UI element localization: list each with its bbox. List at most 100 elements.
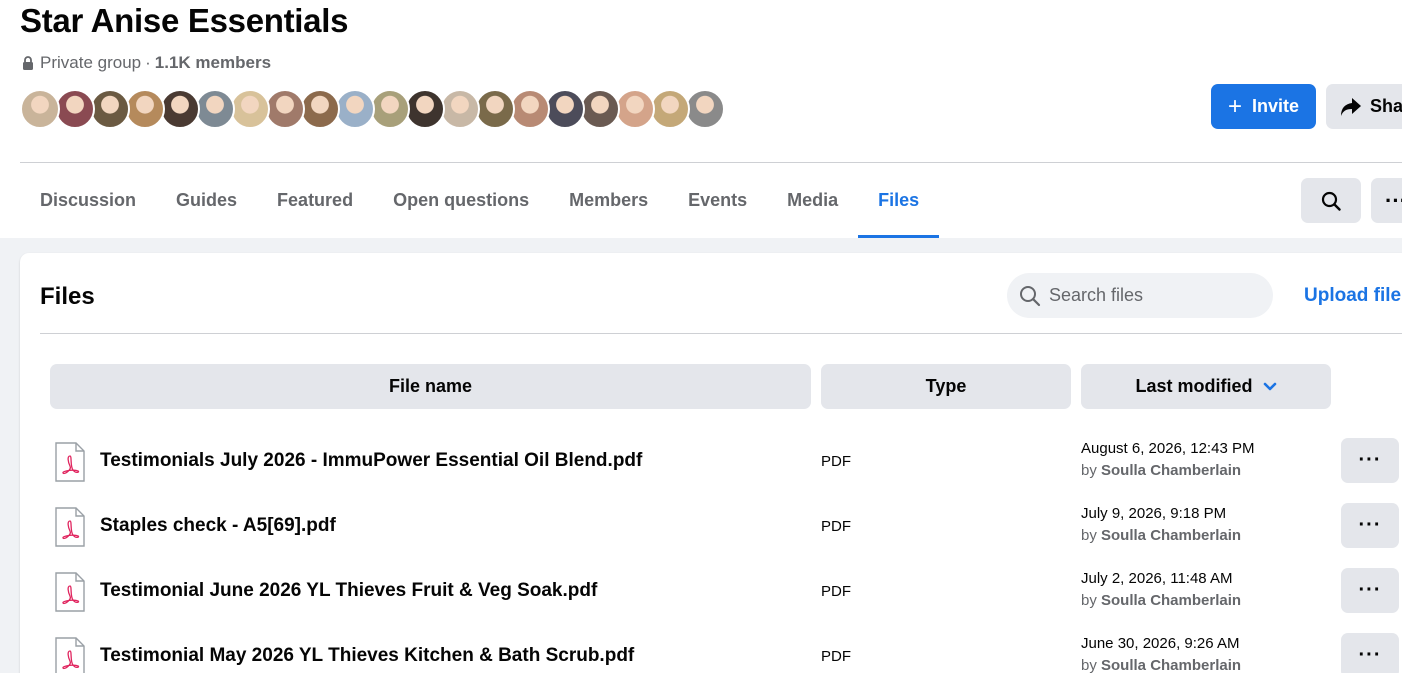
group-more-button[interactable]: ··· — [1371, 178, 1402, 223]
avatar[interactable] — [125, 89, 165, 129]
column-label: Last modified — [1135, 376, 1253, 396]
by-prefix: by — [1081, 462, 1097, 479]
file-modified-date: July 2, 2026, 11:48 AM — [1081, 570, 1233, 587]
pdf-file-icon — [55, 637, 85, 673]
more-icon: ··· — [1358, 514, 1382, 536]
files-title: Files — [40, 283, 95, 310]
avatar[interactable] — [615, 89, 655, 129]
file-modified-date: July 9, 2026, 9:18 PM — [1081, 505, 1227, 522]
share-arrow-icon — [1341, 97, 1361, 116]
more-icon: ··· — [1358, 644, 1382, 666]
avatar[interactable] — [195, 89, 235, 129]
avatar[interactable] — [440, 89, 480, 129]
avatar[interactable] — [545, 89, 585, 129]
avatar[interactable] — [160, 89, 200, 129]
search-icon — [1321, 191, 1341, 211]
file-type: PDF — [821, 453, 851, 470]
tab-discussion[interactable]: Discussion — [20, 163, 156, 238]
group-search-button[interactable] — [1301, 178, 1361, 223]
share-label: Share — [1370, 96, 1402, 116]
file-type: PDF — [821, 583, 851, 600]
file-more-button[interactable]: ··· — [1341, 438, 1399, 483]
column-header-file-name[interactable]: File name — [50, 364, 811, 409]
column-label: Type — [925, 376, 967, 396]
file-row[interactable]: Testimonial June 2026 YL Thieves Fruit &… — [20, 568, 1402, 635]
more-icon: ··· — [1358, 579, 1382, 601]
tab-featured[interactable]: Featured — [257, 163, 373, 238]
file-modified-by: by Soulla Chamberlain — [1081, 462, 1241, 479]
pdf-file-icon — [55, 507, 85, 547]
file-search-box[interactable] — [1007, 273, 1273, 318]
avatar[interactable] — [685, 89, 725, 129]
avatar[interactable] — [230, 89, 270, 129]
file-name[interactable]: Testimonials July 2026 - ImmuPower Essen… — [100, 450, 642, 472]
file-author[interactable]: Soulla Chamberlain — [1101, 592, 1241, 609]
lock-icon — [23, 56, 33, 70]
invite-label: Invite — [1252, 96, 1300, 116]
file-name[interactable]: Staples check - A5[69].pdf — [100, 515, 336, 537]
group-tabs: Discussion Guides Featured Open questions Me… — [20, 163, 940, 238]
file-modified-by: by Soulla Chamberlain — [1081, 527, 1241, 544]
file-search-input[interactable] — [1049, 285, 1249, 306]
more-icon: ··· — [1358, 449, 1382, 471]
file-row[interactable]: Testimonials July 2026 - ImmuPower Essen… — [20, 438, 1402, 505]
by-prefix: by — [1081, 657, 1097, 673]
file-author[interactable]: Soulla Chamberlain — [1101, 527, 1241, 544]
pdf-file-icon — [55, 572, 85, 612]
pdf-file-icon — [55, 442, 85, 482]
file-more-button[interactable]: ··· — [1341, 503, 1399, 548]
tab-media[interactable]: Media — [767, 163, 858, 238]
group-header: Star Anise Essentials Private group · 1.… — [0, 0, 1402, 238]
by-prefix: by — [1081, 527, 1097, 544]
plus-icon: + — [1227, 92, 1242, 120]
member-count[interactable]: 1.1K members — [155, 53, 271, 73]
avatar[interactable] — [405, 89, 445, 129]
invite-button[interactable]: + Invite — [1211, 84, 1316, 129]
file-type: PDF — [821, 518, 851, 535]
file-row[interactable]: Testimonial May 2026 YL Thieves Kitchen … — [20, 633, 1402, 673]
file-more-button[interactable]: ··· — [1341, 568, 1399, 613]
column-header-type[interactable]: Type — [821, 364, 1071, 409]
tab-events[interactable]: Events — [668, 163, 767, 238]
avatar[interactable] — [580, 89, 620, 129]
file-modified-date: June 30, 2026, 9:26 AM — [1081, 635, 1240, 652]
file-type: PDF — [821, 648, 851, 665]
file-name[interactable]: Testimonial May 2026 YL Thieves Kitchen … — [100, 645, 634, 667]
share-button[interactable]: Share — [1326, 84, 1402, 129]
avatar[interactable] — [300, 89, 340, 129]
file-modified-date: August 6, 2026, 12:43 PM — [1081, 440, 1255, 457]
meta-separator: · — [145, 53, 151, 72]
avatar[interactable] — [55, 89, 95, 129]
file-row[interactable]: Staples check - A5[69].pdf PDF July 9, 202… — [20, 503, 1402, 570]
group-title: Star Anise Essentials — [20, 2, 349, 39]
more-icon: ··· — [1385, 187, 1402, 213]
privacy-label: Private group — [40, 53, 142, 72]
upload-file-link[interactable]: Upload file — [1304, 285, 1401, 307]
file-more-button[interactable]: ··· — [1341, 633, 1399, 673]
files-card: Files Upload file File name Type Last mo… — [20, 253, 1402, 673]
file-author[interactable]: Soulla Chamberlain — [1101, 462, 1241, 479]
avatar[interactable] — [90, 89, 130, 129]
search-icon — [1020, 285, 1041, 306]
avatar[interactable] — [335, 89, 375, 129]
avatar[interactable] — [20, 89, 60, 129]
file-author[interactable]: Soulla Chamberlain — [1101, 657, 1241, 673]
tab-guides[interactable]: Guides — [156, 163, 257, 238]
file-modified-by: by Soulla Chamberlain — [1081, 657, 1241, 673]
avatar[interactable] — [650, 89, 690, 129]
avatar[interactable] — [510, 89, 550, 129]
avatar[interactable] — [265, 89, 305, 129]
tab-files[interactable]: Files — [858, 163, 940, 238]
files-divider — [40, 333, 1402, 334]
tab-members[interactable]: Members — [549, 163, 668, 238]
chevron-down-icon — [1263, 382, 1276, 390]
column-header-last-modified[interactable]: Last modified — [1081, 364, 1331, 409]
file-name[interactable]: Testimonial June 2026 YL Thieves Fruit &… — [100, 580, 597, 602]
by-prefix: by — [1081, 592, 1097, 609]
avatar[interactable] — [475, 89, 515, 129]
avatar[interactable] — [370, 89, 410, 129]
member-avatars — [20, 89, 725, 129]
group-meta: Private group · 1.1K members — [22, 53, 271, 73]
file-modified-by: by Soulla Chamberlain — [1081, 592, 1241, 609]
tab-open-questions[interactable]: Open questions — [373, 163, 549, 238]
